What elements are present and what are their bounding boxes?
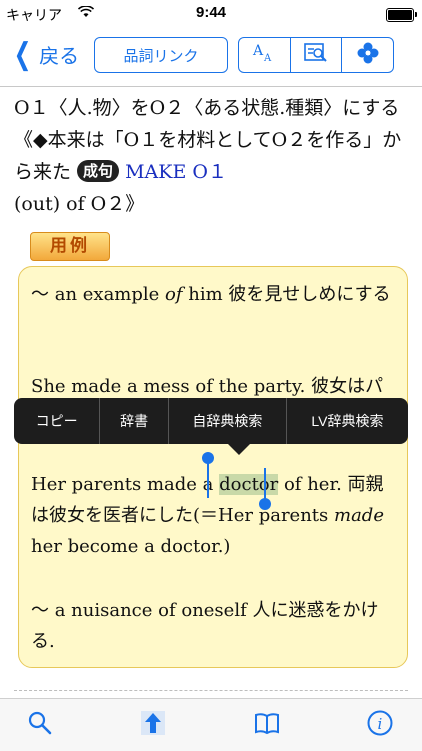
search-tab[interactable] <box>24 709 56 741</box>
part-of-speech-link-button[interactable]: 品詞リンク <box>94 37 228 73</box>
example-1-text-b: him 彼を見せしめにする <box>182 284 391 305</box>
context-menu: コピー 辞書 自辞典検索 LV辞典検索 <box>14 398 408 444</box>
menu-copy[interactable]: コピー <box>14 398 99 444</box>
menu-dictionary[interactable]: 辞書 <box>99 398 167 444</box>
status-bar: キャリア 9:44 <box>0 0 422 28</box>
phrase-badge: 成句 <box>77 160 120 182</box>
selection-end-handle[interactable] <box>259 498 271 510</box>
example-box: 〜 an example of him 彼を見せしめにする She made a… <box>18 266 408 668</box>
example-3[interactable]: Her parents made a doctor of her. 両親は彼女を… <box>31 469 397 562</box>
definition-part2: (out) of O２》 <box>14 193 145 215</box>
context-menu-arrow <box>228 444 250 455</box>
svg-text:A: A <box>263 53 272 64</box>
back-label: 戻る <box>39 46 80 68</box>
up-arrow-icon <box>139 709 167 741</box>
svg-text:i: i <box>378 715 383 733</box>
example-3-text-c: her become a doctor.) <box>31 536 231 557</box>
phrase-link[interactable]: MAKE O１ <box>119 161 227 183</box>
example-3-made: made <box>334 505 384 526</box>
selection-end-line <box>264 468 266 502</box>
usage-label: 用例 <box>30 232 110 261</box>
toolbar-segment: AA <box>238 37 394 73</box>
chevron-left-icon: ❮ <box>13 36 32 72</box>
font-size-button[interactable]: AA <box>239 38 290 72</box>
battery-icon <box>386 8 417 22</box>
menu-own-dictionary-search[interactable]: 自辞典検索 <box>167 398 286 444</box>
menu-lv-dictionary-search[interactable]: LV辞典検索 <box>285 398 408 444</box>
flower-button[interactable] <box>341 38 393 72</box>
book-tab[interactable] <box>251 709 283 741</box>
nav-divider <box>0 86 422 87</box>
clock: 9:44 <box>195 4 227 21</box>
info-tab[interactable]: i <box>364 709 396 741</box>
example-1-text-a: 〜 an example <box>31 284 166 305</box>
nav-bar: ❮ 戻る 品詞リンク AA <box>0 28 422 86</box>
tab-bar: i <box>0 698 422 751</box>
selected-word[interactable]: doctor <box>219 474 279 495</box>
selection-start-line <box>207 462 209 498</box>
search-icon <box>27 710 53 740</box>
flower-icon <box>355 41 381 70</box>
example-3-text-a: Her parents made a <box>31 474 220 495</box>
search-doc-button[interactable] <box>289 38 342 72</box>
content-divider <box>14 690 408 692</box>
example-1-of: of <box>165 284 183 305</box>
info-icon: i <box>366 709 394 741</box>
font-size-icon: AA <box>250 41 278 70</box>
example-4[interactable]: 〜 a nuisance of oneself 人に迷惑をかける. <box>31 595 397 657</box>
book-icon <box>253 711 281 739</box>
svg-text:A: A <box>252 43 264 59</box>
up-tab[interactable] <box>137 709 169 741</box>
back-button[interactable]: ❮ 戻る <box>10 36 80 72</box>
definition-text: O１〈人.物〉をO２〈ある状態.種類〉にする《◆本来は「O１を材料としてO２を作… <box>14 92 414 220</box>
example-1[interactable]: 〜 an example of him 彼を見せしめにする <box>31 279 397 310</box>
search-doc-icon <box>303 42 329 69</box>
